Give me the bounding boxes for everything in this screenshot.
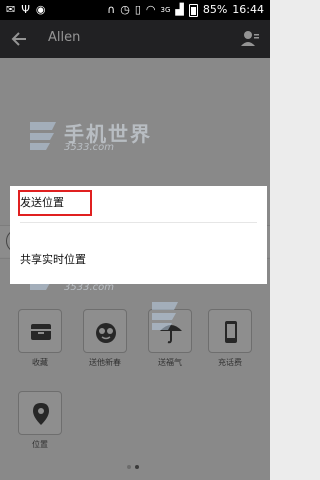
location-menu-dialog: 发送位置 共享实时位置 [10, 186, 267, 284]
clock: 16:44 [232, 3, 264, 16]
watermark-logo-icon [152, 302, 178, 330]
battery-icon [188, 3, 198, 17]
menu-divider [20, 222, 257, 223]
watermark-logo-icon [30, 122, 56, 150]
alarm-icon: ◷ [120, 3, 130, 16]
status-bar-right: ∩ ◷ ▯ ◠ 3G ▟ 85% 16:44 [107, 3, 264, 17]
signal-icon: ▟ [175, 3, 184, 16]
vibrate-icon: ▯ [134, 3, 141, 16]
watermark [150, 298, 320, 338]
notification-icon: ✉ [6, 3, 16, 16]
network-type: 3G [160, 6, 171, 14]
watermark-subtext: 3533.com [64, 142, 114, 153]
headphones-icon: ∩ [107, 3, 116, 16]
wifi-icon: ◠ [145, 3, 156, 16]
watermark: 手机世界 3533.com [28, 118, 228, 158]
battery-percent: 85% [202, 3, 228, 16]
android-icon: ◉ [35, 3, 46, 16]
share-live-location-option[interactable]: 共享实时位置 [10, 236, 267, 284]
usb-icon: Ψ [21, 3, 30, 16]
highlight-annotation [18, 190, 92, 216]
status-bar: ✉ Ψ ◉ ∩ ◷ ▯ ◠ 3G ▟ 85% 16:44 [0, 0, 270, 20]
status-bar-left: ✉ Ψ ◉ [6, 3, 46, 17]
